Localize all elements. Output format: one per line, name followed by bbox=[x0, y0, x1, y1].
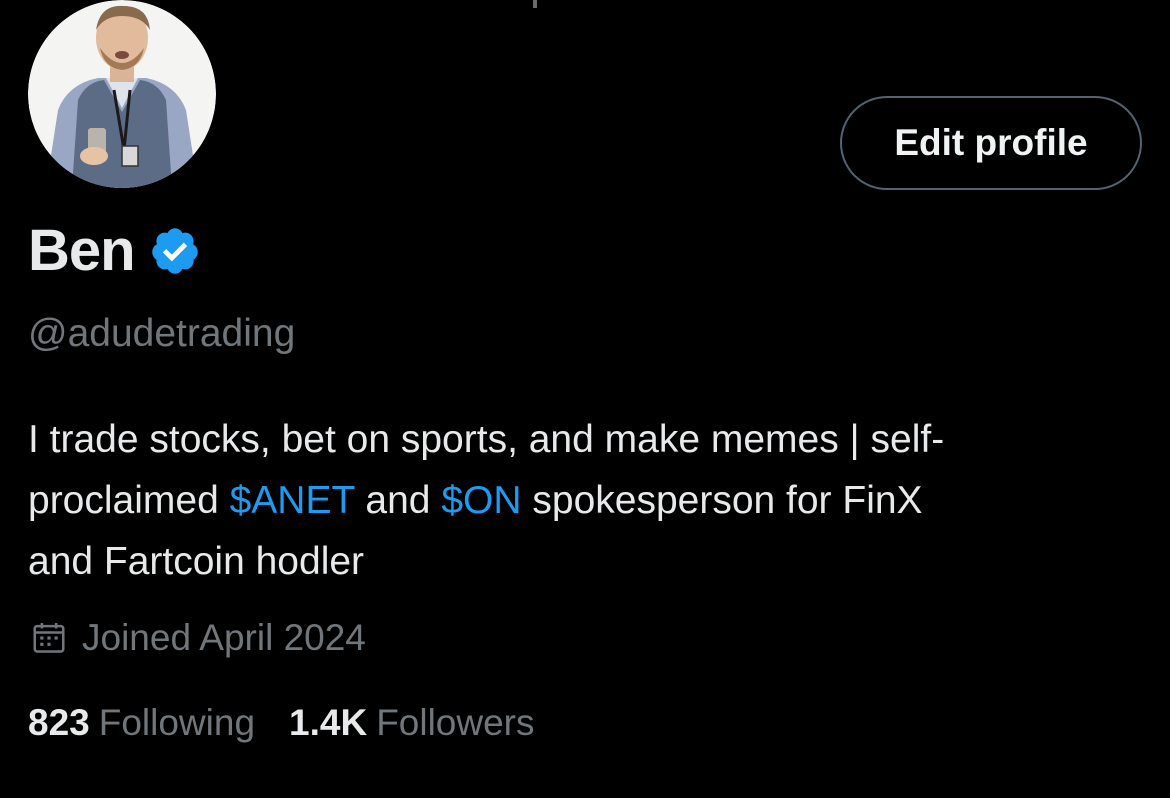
bio-text: I trade stocks, bet on sports, and make … bbox=[28, 418, 945, 461]
bio-line-3: and Fartcoin hodler bbox=[28, 531, 1128, 592]
joined-date: Joined April 2024 bbox=[82, 617, 366, 658]
handle: @adudetrading bbox=[28, 312, 296, 355]
cashtag-anet-link[interactable]: $ANET bbox=[230, 479, 355, 522]
bio-text: and Fartcoin hodler bbox=[28, 540, 365, 583]
bio-line-1: I trade stocks, bet on sports, and make … bbox=[28, 409, 1128, 470]
avatar[interactable] bbox=[22, 0, 222, 194]
followers-label: Followers bbox=[376, 702, 535, 743]
following-link[interactable]: 823 Following bbox=[28, 702, 255, 744]
banner-edge bbox=[533, 0, 537, 8]
following-count: 823 bbox=[28, 702, 90, 743]
calendar-icon bbox=[30, 619, 68, 657]
display-name: Ben bbox=[28, 218, 136, 283]
bio-line-2: proclaimed $ANET and $ON spokesperson fo… bbox=[28, 470, 1128, 531]
bio-text: and bbox=[354, 479, 442, 522]
joined-date-row: Joined April 2024 bbox=[30, 617, 366, 659]
following-label: Following bbox=[98, 702, 256, 743]
avatar-photo bbox=[28, 0, 216, 188]
followers-link[interactable]: 1.4K Followers bbox=[289, 702, 534, 744]
verified-badge-icon[interactable] bbox=[149, 225, 201, 277]
followers-count: 1.4K bbox=[289, 702, 368, 743]
follow-stats: 823 Following 1.4K Followers bbox=[28, 702, 569, 744]
cashtag-on-link[interactable]: $ON bbox=[441, 479, 521, 522]
bio-text: spokesperson for FinX bbox=[521, 479, 923, 522]
bio-text: proclaimed bbox=[28, 479, 230, 522]
name-row: Ben bbox=[28, 222, 201, 280]
bio: I trade stocks, bet on sports, and make … bbox=[28, 409, 1128, 592]
edit-profile-button[interactable]: Edit profile bbox=[840, 96, 1142, 190]
